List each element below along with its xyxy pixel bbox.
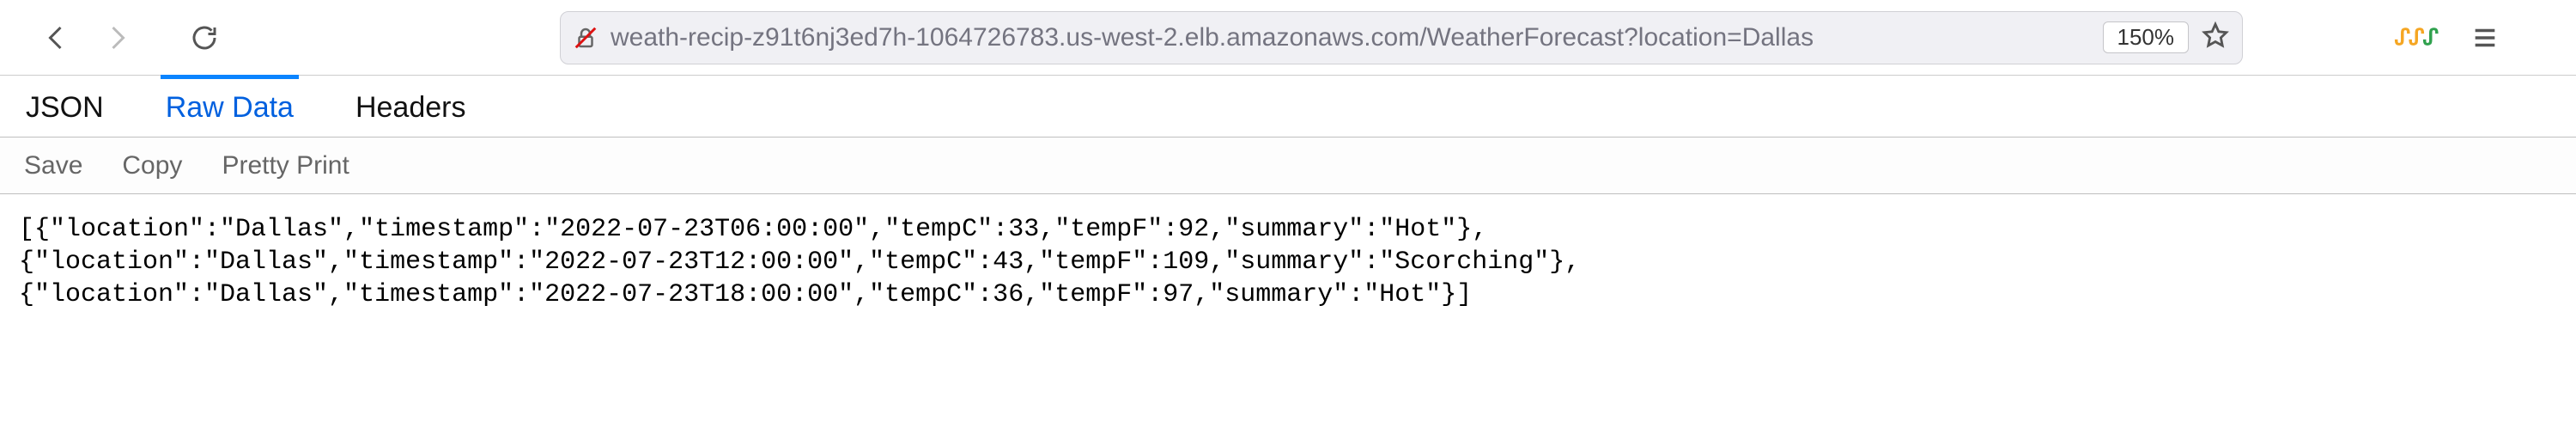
back-button[interactable]: [34, 15, 79, 60]
extension-icon[interactable]: ᔑᔑᔑ: [2394, 24, 2437, 51]
insecure-lock-icon: [573, 25, 598, 51]
raw-line: [{"location":"Dallas","timestamp":"2022-…: [19, 215, 1487, 244]
pretty-print-button[interactable]: Pretty Print: [222, 151, 349, 180]
browser-toolbar: weath-recip-z91t6nj3ed7h-1064726783.us-w…: [0, 0, 2576, 76]
address-url: weath-recip-z91t6nj3ed7h-1064726783.us-w…: [611, 23, 2091, 52]
raw-response-body: [{"location":"Dallas","timestamp":"2022-…: [0, 194, 2576, 330]
copy-button[interactable]: Copy: [122, 151, 182, 180]
forward-button[interactable]: [94, 15, 139, 60]
tab-headers[interactable]: Headers: [350, 76, 471, 137]
bookmark-star-icon[interactable]: [2201, 21, 2230, 54]
tab-json[interactable]: JSON: [21, 76, 109, 137]
zoom-indicator[interactable]: 150%: [2103, 21, 2190, 53]
raw-line: {"location":"Dallas","timestamp":"2022-0…: [19, 248, 1580, 277]
save-button[interactable]: Save: [24, 151, 82, 180]
reload-button[interactable]: [182, 15, 227, 60]
raw-line: {"location":"Dallas","timestamp":"2022-0…: [19, 280, 1472, 309]
app-menu-button[interactable]: [2463, 15, 2507, 60]
json-viewer-tabs: JSON Raw Data Headers: [0, 76, 2576, 138]
tab-raw-data[interactable]: Raw Data: [161, 75, 299, 137]
json-viewer-actions: Save Copy Pretty Print: [0, 138, 2576, 194]
address-bar[interactable]: weath-recip-z91t6nj3ed7h-1064726783.us-w…: [560, 11, 2243, 64]
